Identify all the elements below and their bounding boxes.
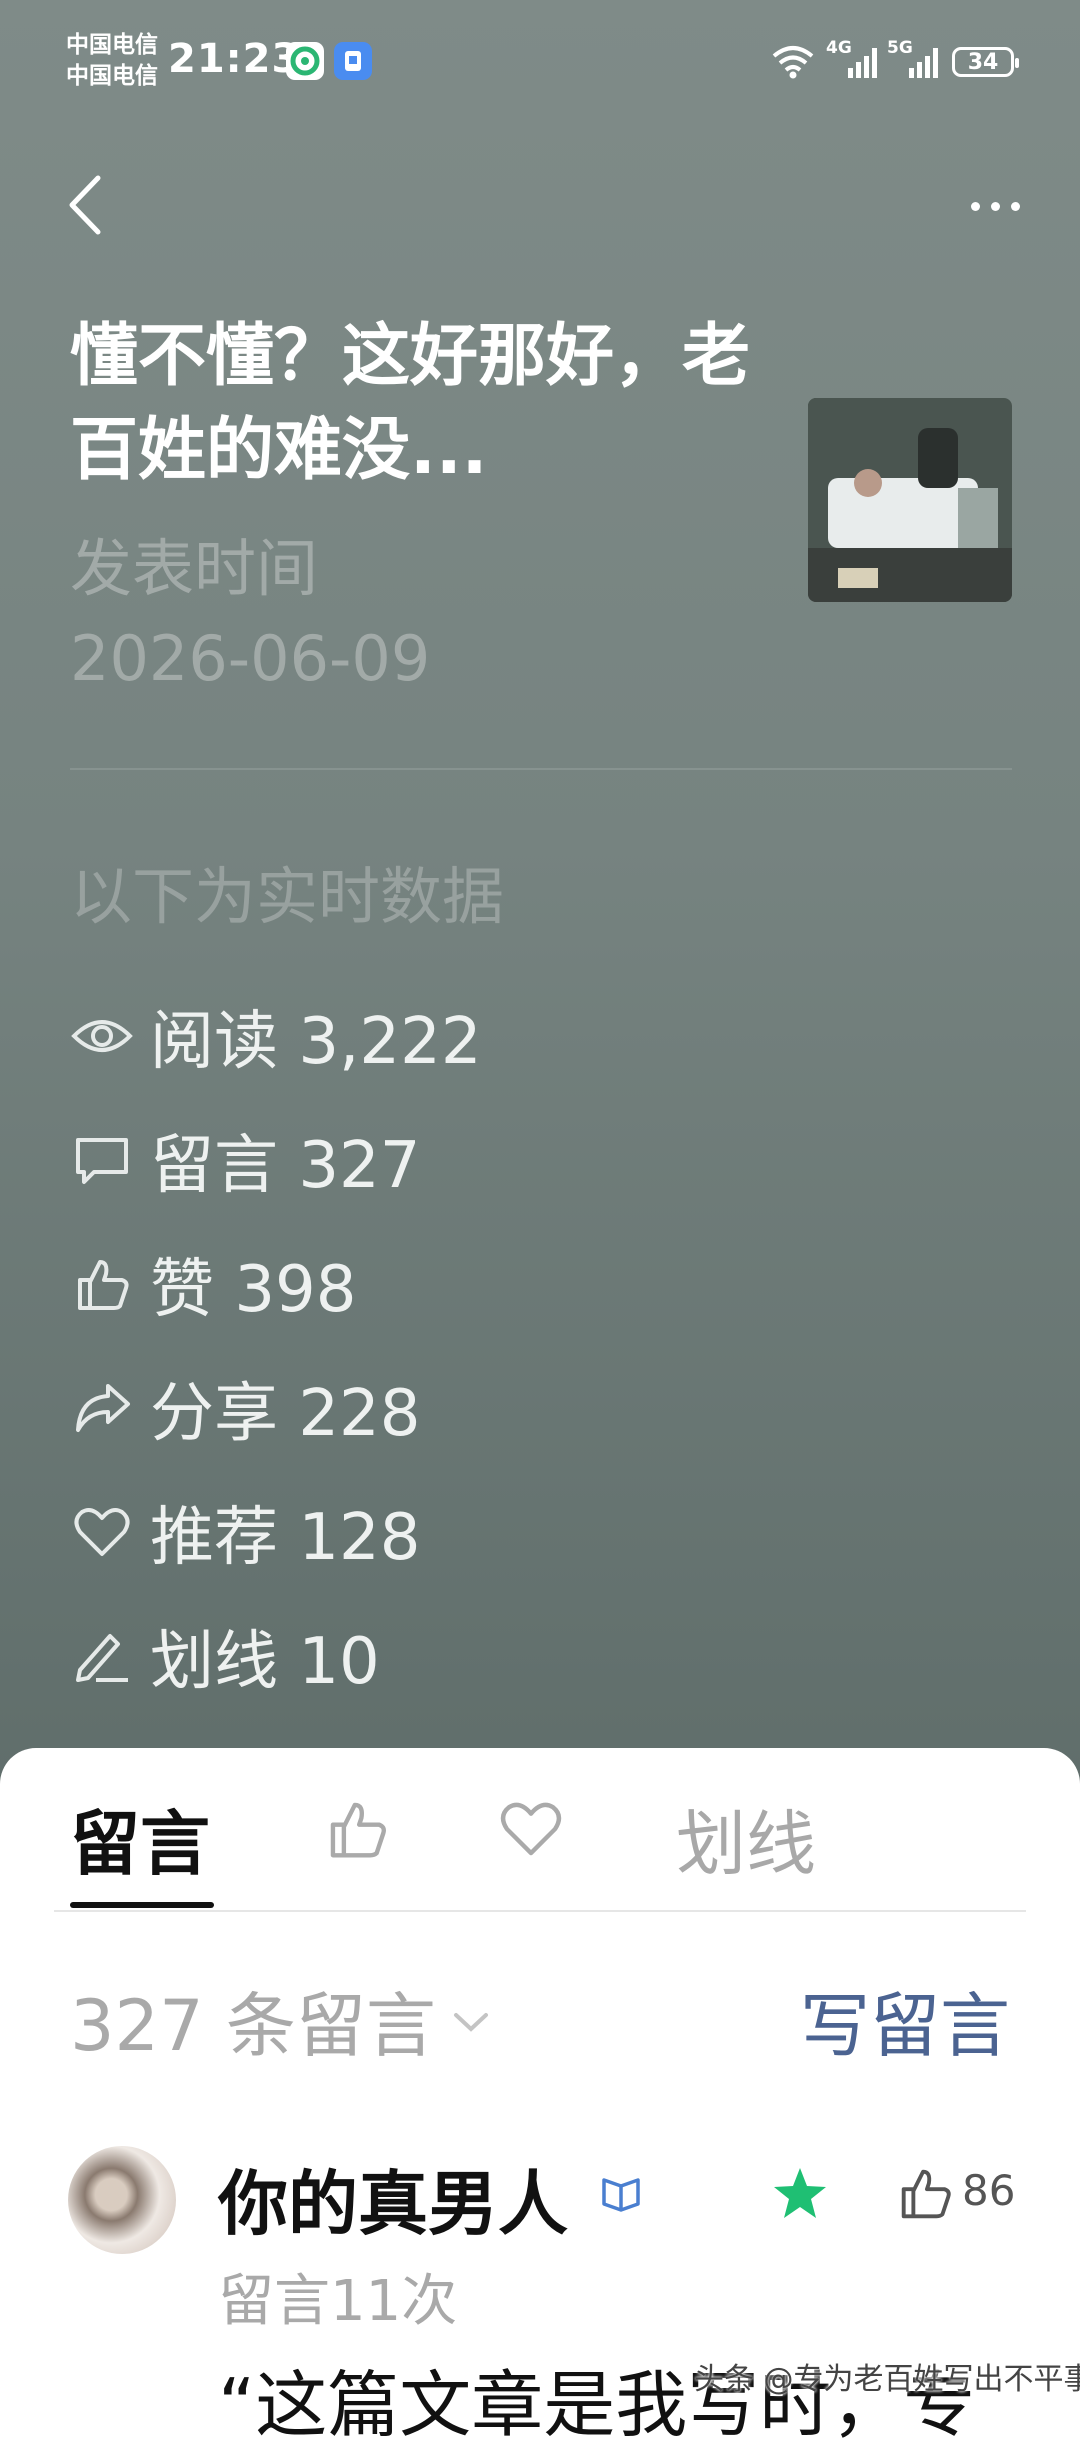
stat-comments: 留言 327: [70, 1098, 482, 1222]
tab-recommend[interactable]: [496, 1794, 566, 1864]
comment-icon: [70, 1128, 134, 1192]
tab-likes[interactable]: [322, 1794, 392, 1864]
comments-sheet: 留言 划线 327 条留言 写留言 你的真男人 86 留言11次 “这篇文章是我…: [0, 1748, 1080, 2447]
system-indicators: 4G 5G 34: [770, 38, 1019, 84]
publish-date: 2026-06-09: [70, 622, 431, 695]
stat-reads-text: 阅读 3,222: [150, 1005, 482, 1079]
comment-times: 留言11次: [218, 2269, 458, 2334]
article-thumbnail[interactable]: [808, 398, 1012, 602]
carrier-1: 中国电信: [66, 32, 158, 58]
clock: 21:23: [168, 36, 301, 82]
pen-icon: [70, 1624, 134, 1688]
stat-shares-text: 分享 228: [150, 1377, 421, 1451]
heart-icon: [500, 1802, 562, 1856]
reader-badge-icon: [602, 2178, 640, 2212]
signal-5g-icon: 5G: [887, 38, 938, 78]
wifi-icon: [772, 46, 814, 79]
article-title[interactable]: 懂不懂？这好那好，老百姓的难没...: [70, 310, 770, 498]
battery-icon: 34: [952, 47, 1019, 77]
tab-underlines[interactable]: 划线: [676, 1788, 816, 1889]
sheet-tabs: 留言 划线: [0, 1748, 1080, 1912]
stat-likes: 赞 398: [70, 1222, 482, 1346]
stat-reads: 阅读 3,222: [70, 974, 482, 1098]
thumbs-up-icon: [330, 1802, 386, 1858]
stat-comments-text: 留言 327: [150, 1129, 421, 1203]
stats-list: 阅读 3,222 留言 327 赞 398 分享 228 推荐 128 划线 1…: [70, 974, 482, 1718]
avatar[interactable]: [68, 2146, 176, 2254]
comment-like-count: 86: [962, 2166, 1016, 2215]
comment-count-label: 327 条留言: [70, 1985, 436, 2067]
stat-recommend: 推荐 128: [70, 1470, 482, 1594]
watermark: 头条 @专为老百姓写出不平事: [694, 2362, 1080, 2397]
app-notification-icon: [286, 42, 324, 80]
tabs-divider: [54, 1910, 1026, 1912]
comment-like-icon[interactable]: [894, 2162, 956, 2224]
signal-4g-icon: 4G: [826, 38, 877, 78]
stat-likes-text: 赞 398: [150, 1253, 357, 1327]
status-bar: 中国电信 中国电信 21:23 4G 5G 34: [0, 0, 1080, 120]
publish-info: 发表时间 2026-06-09: [70, 524, 430, 704]
comment-count-dropdown[interactable]: 327 条留言: [70, 1970, 496, 2071]
share-icon: [70, 1376, 134, 1440]
chevron-down-icon: [453, 2012, 488, 2032]
thumbs-up-icon: [70, 1252, 134, 1316]
stat-recommend-text: 推荐 128: [150, 1501, 421, 1575]
chevron-left-icon: [69, 175, 101, 235]
realtime-label: 以下为实时数据: [70, 860, 505, 933]
carrier-2: 中国电信: [66, 63, 158, 89]
stat-shares: 分享 228: [70, 1346, 482, 1470]
stat-underlines-text: 划线 10: [150, 1625, 380, 1699]
write-comment-button[interactable]: 写留言: [800, 1970, 1010, 2071]
tab-comments[interactable]: 留言: [70, 1788, 210, 1889]
active-tab-indicator: [70, 1902, 214, 1908]
stat-underlines: 划线 10: [70, 1594, 482, 1718]
carrier-labels: 中国电信 中国电信: [66, 30, 158, 92]
shield-app-icon: [334, 42, 372, 80]
back-button[interactable]: [60, 170, 120, 240]
more-dots-icon: [971, 201, 980, 211]
divider: [70, 768, 1012, 770]
more-options-button[interactable]: [940, 176, 1020, 236]
publish-label: 发表时间: [70, 532, 319, 605]
heart-icon: [70, 1500, 134, 1564]
eye-icon: [70, 1004, 134, 1068]
comment-username[interactable]: 你的真男人: [218, 2148, 568, 2249]
star-icon[interactable]: [770, 2164, 830, 2224]
